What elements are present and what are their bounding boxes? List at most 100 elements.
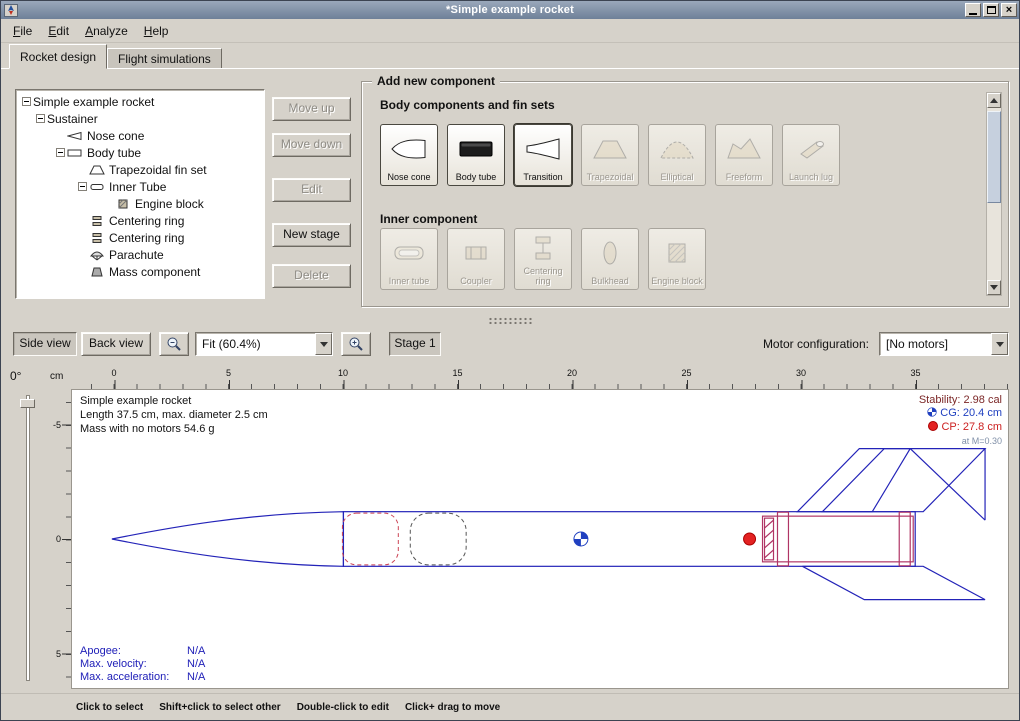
tree-item-inner-tube[interactable]: Inner Tube	[16, 178, 264, 195]
h-ruler-tick: 25	[681, 368, 691, 378]
side-view-button[interactable]: Side view	[13, 332, 77, 356]
tree-item-sustainer[interactable]: Sustainer	[16, 110, 264, 127]
maximize-button[interactable]	[983, 3, 999, 17]
add-centering-ring-button[interactable]: Centering ring	[514, 228, 572, 290]
centering-ring-aft-outline[interactable]	[899, 512, 910, 566]
add-transition-button[interactable]: Transition	[514, 124, 572, 186]
tree-item-nose-cone[interactable]: Nose cone	[16, 127, 264, 144]
max-velocity-label: Max. velocity:	[80, 658, 187, 671]
inner-component-label: Inner component	[380, 212, 477, 226]
tree-item-label: Trapezoidal fin set	[109, 163, 207, 177]
menu-edit[interactable]: Edit	[40, 21, 77, 41]
parachute-outline[interactable]	[342, 513, 398, 565]
close-button[interactable]: ×	[1001, 3, 1017, 17]
menu-analyze[interactable]: Analyze	[77, 21, 136, 41]
centering-ring-front-outline[interactable]	[777, 512, 788, 566]
scroll-up-button[interactable]	[987, 93, 1001, 108]
tree-item-label: Body tube	[87, 146, 141, 160]
add-inner-tube-button[interactable]: Inner tube	[380, 228, 438, 290]
add-launch-lug-label: Launch lug	[789, 172, 833, 182]
tab-rocket-design[interactable]: Rocket design	[9, 44, 107, 69]
scrollbar-thumb[interactable]	[987, 111, 1001, 203]
add-trapezoidal-fin-button[interactable]: Trapezoidal	[581, 124, 639, 186]
add-coupler-button[interactable]: Coupler	[447, 228, 505, 290]
add-elliptical-fin-button[interactable]: Elliptical	[648, 124, 706, 186]
transition-shape-icon	[523, 125, 563, 172]
tree-item-label: Parachute	[109, 248, 164, 262]
nose-cone-outline[interactable]	[112, 512, 344, 567]
v-ruler-tick: -5	[53, 420, 61, 430]
menu-file[interactable]: File	[5, 21, 40, 41]
zoom-in-button[interactable]	[341, 332, 371, 356]
zoom-level-dropdown-button[interactable]	[315, 333, 332, 355]
edit-button[interactable]: Edit	[272, 178, 351, 202]
rocket-canvas[interactable]: Simple example rocket Length 37.5 cm, ma…	[71, 389, 1009, 689]
move-up-button[interactable]: Move up	[272, 97, 351, 121]
motor-configuration-select[interactable]: [No motors]	[879, 332, 1009, 356]
add-body-tube-label: Body tube	[456, 172, 497, 182]
h-ruler-tick: 5	[226, 368, 231, 378]
tree-item-rocket[interactable]: Simple example rocket	[16, 93, 264, 110]
rotation-slider-track[interactable]	[26, 395, 30, 681]
tree-expander-icon[interactable]	[56, 148, 65, 157]
zoom-out-button[interactable]	[159, 332, 189, 356]
tree-item-label: Centering ring	[109, 214, 184, 228]
add-inner-tube-label: Inner tube	[389, 276, 430, 286]
tree-item-parachute[interactable]: Parachute	[16, 246, 264, 263]
tree-item-body-tube[interactable]: Body tube	[16, 144, 264, 161]
zoom-in-icon	[348, 336, 364, 352]
mass-component-icon	[89, 266, 105, 278]
tree-expander-icon[interactable]	[78, 182, 87, 191]
body-tube-outline[interactable]	[343, 512, 915, 567]
zoom-level-select[interactable]: Fit (60.4%)	[195, 332, 333, 356]
add-engine-block-button[interactable]: Engine block	[648, 228, 706, 290]
splitter-handle[interactable]	[1, 315, 1019, 325]
tree-item-label: Nose cone	[87, 129, 144, 143]
add-nose-cone-button[interactable]: Nose cone	[380, 124, 438, 186]
inner-tube-outline[interactable]	[763, 516, 914, 562]
v-ruler-tick: 0	[56, 534, 61, 544]
motor-configuration-dropdown-button[interactable]	[991, 333, 1008, 355]
move-down-button[interactable]: Move down	[272, 133, 351, 157]
window-title: *Simple example rocket	[1, 4, 1019, 16]
tree-item-fin-set[interactable]: Trapezoidal fin set	[16, 161, 264, 178]
menu-help[interactable]: Help	[136, 21, 177, 41]
new-stage-button[interactable]: New stage	[272, 223, 351, 247]
component-panel-scrollbar[interactable]	[986, 92, 1002, 296]
inner-tube-icon	[89, 181, 105, 193]
component-tree[interactable]: Simple example rocket Sustainer Nose con…	[15, 89, 265, 299]
zoom-level-value: Fit (60.4%)	[196, 337, 315, 351]
cp-marker[interactable]	[744, 533, 756, 545]
tree-expander-icon[interactable]	[36, 114, 45, 123]
tab-flight-simulations[interactable]: Flight simulations	[107, 48, 222, 69]
fin-bottom-outline[interactable]	[802, 566, 985, 599]
add-engine-block-label: Engine block	[651, 276, 703, 286]
add-freeform-fin-button[interactable]: Freeform	[715, 124, 773, 186]
tree-item-engine-block[interactable]: Engine block	[16, 195, 264, 212]
tree-item-centering-ring-2[interactable]: Centering ring	[16, 229, 264, 246]
tree-expander-icon[interactable]	[22, 97, 31, 106]
minimize-button[interactable]	[965, 3, 981, 17]
add-launch-lug-button[interactable]: Launch lug	[782, 124, 840, 186]
tree-item-mass-component[interactable]: Mass component	[16, 263, 264, 280]
titlebar[interactable]: *Simple example rocket ×	[1, 1, 1019, 19]
mass-component-outline[interactable]	[410, 513, 466, 565]
window-controls: ×	[965, 3, 1017, 17]
delete-button[interactable]: Delete	[272, 264, 351, 288]
add-body-tube-button[interactable]: Body tube	[447, 124, 505, 186]
add-bulkhead-button[interactable]: Bulkhead	[581, 228, 639, 290]
fin-projected-outline[interactable]	[822, 449, 985, 512]
scroll-down-button[interactable]	[987, 280, 1001, 295]
rocket-info-dimensions: Length 37.5 cm, max. diameter 2.5 cm	[80, 408, 268, 422]
maximize-icon	[987, 6, 996, 14]
back-view-button[interactable]: Back view	[81, 332, 151, 356]
motor-configuration-value: [No motors]	[880, 337, 991, 351]
tree-item-centering-ring-1[interactable]: Centering ring	[16, 212, 264, 229]
stage-1-toggle[interactable]: Stage 1	[389, 332, 441, 356]
rotation-slider-handle[interactable]	[20, 399, 35, 408]
centering-ring-shape-icon	[523, 229, 563, 266]
tree-item-label: Mass component	[109, 265, 200, 279]
cg-marker[interactable]	[574, 532, 588, 546]
tab-strip: Rocket design Flight simulations	[1, 43, 1019, 69]
rotation-angle-label: 0°	[10, 369, 21, 383]
